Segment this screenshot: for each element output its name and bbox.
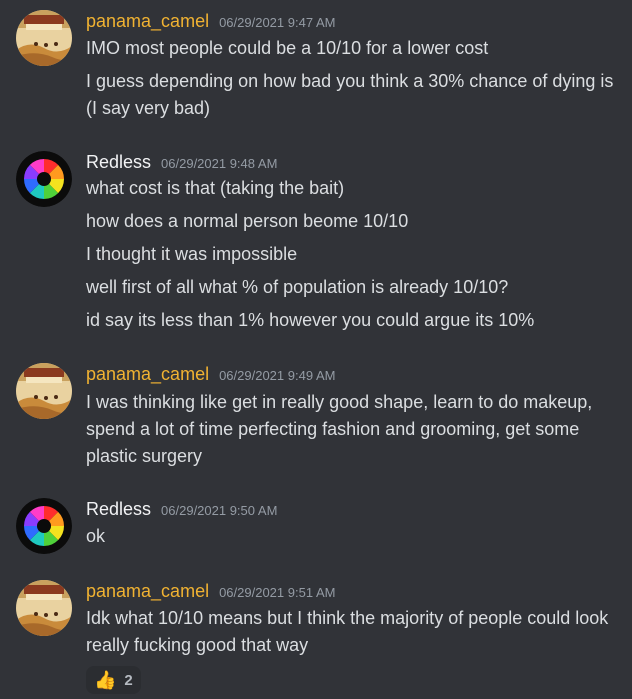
message-text: I guess depending on how bad you think a… bbox=[86, 71, 614, 118]
camel-poster-avatar[interactable] bbox=[16, 10, 72, 66]
username[interactable]: panama_camel bbox=[86, 363, 209, 385]
message-text: how does a normal person beome 10/10 bbox=[86, 211, 409, 231]
reaction-count: 2 bbox=[124, 671, 133, 689]
message-text: I thought it was impossible bbox=[86, 244, 298, 264]
message-text: id say its less than 1% however you coul… bbox=[86, 310, 535, 330]
color-wheel-avatar[interactable] bbox=[16, 498, 72, 554]
message-text: IMO most people could be a 10/10 for a l… bbox=[86, 38, 489, 58]
username[interactable]: panama_camel bbox=[86, 10, 209, 32]
message-group: Redless 06/29/2021 9:48 AM what cost is … bbox=[0, 151, 632, 341]
camel-poster-avatar[interactable] bbox=[16, 580, 72, 636]
timestamp[interactable]: 06/29/2021 9:49 AM bbox=[219, 365, 335, 387]
message-text: well first of all what % of population i… bbox=[86, 277, 509, 297]
username[interactable]: panama_camel bbox=[86, 580, 209, 602]
message-header: Redless 06/29/2021 9:48 AM bbox=[86, 151, 277, 175]
chat-log: panama_camel 06/29/2021 9:47 AM IMO most… bbox=[0, 0, 632, 699]
message-header: panama_camel 06/29/2021 9:49 AM bbox=[86, 363, 335, 387]
message-text: Idk what 10/10 means but I think the maj… bbox=[86, 608, 609, 655]
message-text: what cost is that (taking the bait) bbox=[86, 178, 345, 198]
message-group: panama_camel 06/29/2021 9:47 AM IMO most… bbox=[0, 10, 632, 130]
reaction-thumbs-up[interactable]: 👍 2 bbox=[86, 666, 141, 694]
message-group: panama_camel 06/29/2021 9:51 AM Idk what… bbox=[0, 580, 632, 695]
message-group: panama_camel 06/29/2021 9:49 AM I was th… bbox=[0, 363, 632, 473]
camel-poster-avatar[interactable] bbox=[16, 363, 72, 419]
message-header: Redless 06/29/2021 9:50 AM bbox=[86, 498, 277, 522]
color-wheel-avatar[interactable] bbox=[16, 151, 72, 207]
thumbs-up-icon: 👍 bbox=[94, 670, 117, 690]
message-group: Redless 06/29/2021 9:50 AM ok bbox=[0, 498, 632, 568]
username[interactable]: Redless bbox=[86, 151, 151, 173]
timestamp[interactable]: 06/29/2021 9:51 AM bbox=[219, 582, 335, 604]
timestamp[interactable]: 06/29/2021 9:50 AM bbox=[161, 500, 277, 522]
message-text: ok bbox=[86, 526, 106, 546]
username[interactable]: Redless bbox=[86, 498, 151, 520]
message-header: panama_camel 06/29/2021 9:51 AM bbox=[86, 580, 335, 604]
message-header: panama_camel 06/29/2021 9:47 AM bbox=[86, 10, 335, 34]
timestamp[interactable]: 06/29/2021 9:47 AM bbox=[219, 12, 335, 34]
timestamp[interactable]: 06/29/2021 9:48 AM bbox=[161, 153, 277, 175]
message-text: I was thinking like get in really good s… bbox=[86, 392, 593, 466]
